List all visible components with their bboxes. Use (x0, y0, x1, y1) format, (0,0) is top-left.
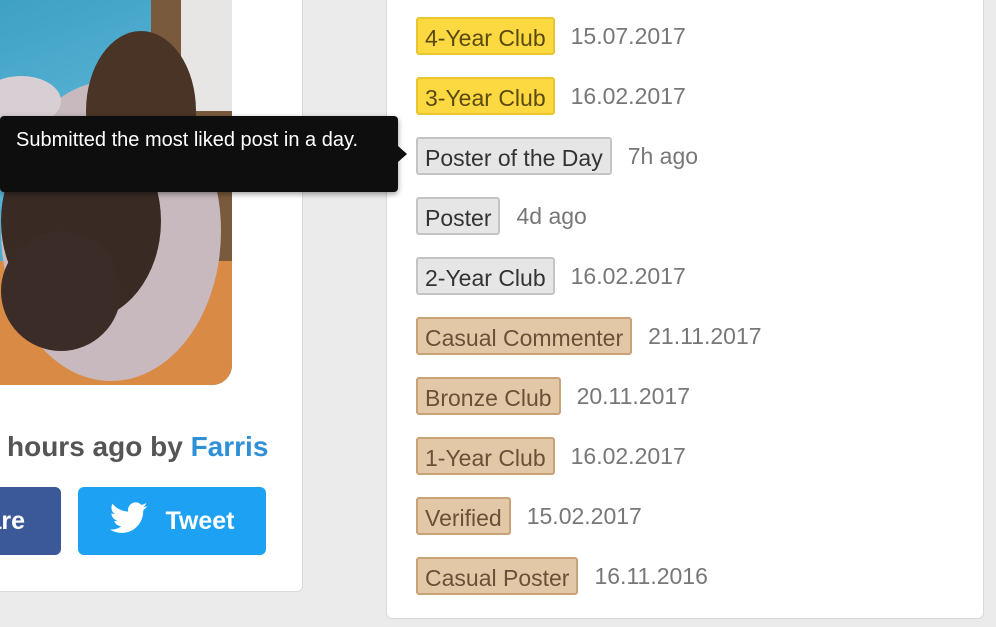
badge-casual-commenter[interactable]: Casual Commenter (416, 317, 633, 355)
badge-1-year-club[interactable]: 1-Year Club (416, 437, 555, 475)
tweet-button[interactable]: Tweet (78, 487, 266, 555)
badge-poster-of-the-day[interactable]: Poster of the Day (416, 137, 612, 175)
facebook-share-label: are (0, 507, 25, 535)
badge-row: Verified 15.02.2017 (416, 497, 642, 535)
badge-date: 7h ago (627, 142, 699, 169)
badge-verified[interactable]: Verified (416, 497, 511, 535)
post-photo-content (0, 0, 232, 385)
badge-casual-poster[interactable]: Casual Poster (416, 557, 579, 595)
badge-3-year-club[interactable]: 3-Year Club (416, 77, 555, 115)
badge-date: 15.07.2017 (570, 22, 686, 49)
badge-row: 2-Year Club 16.02.2017 (416, 257, 686, 295)
author-link[interactable]: Farris (191, 431, 269, 462)
badge-row: Poster 4d ago (416, 197, 587, 235)
post-card: hours ago by Farris are Tweet (0, 0, 303, 592)
badge-date: 16.02.2017 (570, 82, 686, 109)
post-time-text: hours ago by (7, 431, 183, 462)
badge-4-year-club[interactable]: 4-Year Club (416, 17, 555, 55)
badge-row: 3-Year Club 16.02.2017 (416, 77, 686, 115)
badge-date: 16.02.2017 (570, 442, 686, 469)
badge-row: 4-Year Club 15.07.2017 (416, 17, 686, 55)
badge-date: 16.11.2016 (594, 562, 708, 589)
badge-date: 16.02.2017 (570, 262, 686, 289)
badge-row: Casual Poster 16.11.2016 (416, 557, 708, 595)
tweet-label: Tweet (165, 506, 235, 535)
badge-date: 21.11.2017 (648, 322, 762, 349)
badge-date: 4d ago (516, 202, 587, 229)
badge-date: 15.02.2017 (526, 502, 642, 529)
badges-panel: 4-Year Club 15.07.2017 3-Year Club 16.02… (386, 0, 984, 619)
post-meta: hours ago by Farris (7, 431, 268, 463)
twitter-bird-icon (109, 501, 148, 541)
badge-2-year-club[interactable]: 2-Year Club (416, 257, 555, 295)
tooltip-text: Submitted the most liked post in a day. (16, 129, 359, 151)
badge-row: Bronze Club 20.11.2017 (416, 377, 690, 415)
post-image[interactable] (0, 0, 232, 385)
badge-tooltip: Submitted the most liked post in a day. (0, 116, 398, 192)
badge-poster[interactable]: Poster (416, 197, 501, 235)
badge-row: Poster of the Day 7h ago (416, 137, 698, 175)
facebook-share-button[interactable]: are (0, 487, 61, 555)
tooltip-arrow (398, 146, 407, 162)
badge-row: 1-Year Club 16.02.2017 (416, 437, 686, 475)
badge-date: 20.11.2017 (576, 382, 690, 409)
badge-bronze-club[interactable]: Bronze Club (416, 377, 561, 415)
badge-row: Casual Commenter 21.11.2017 (416, 317, 762, 355)
